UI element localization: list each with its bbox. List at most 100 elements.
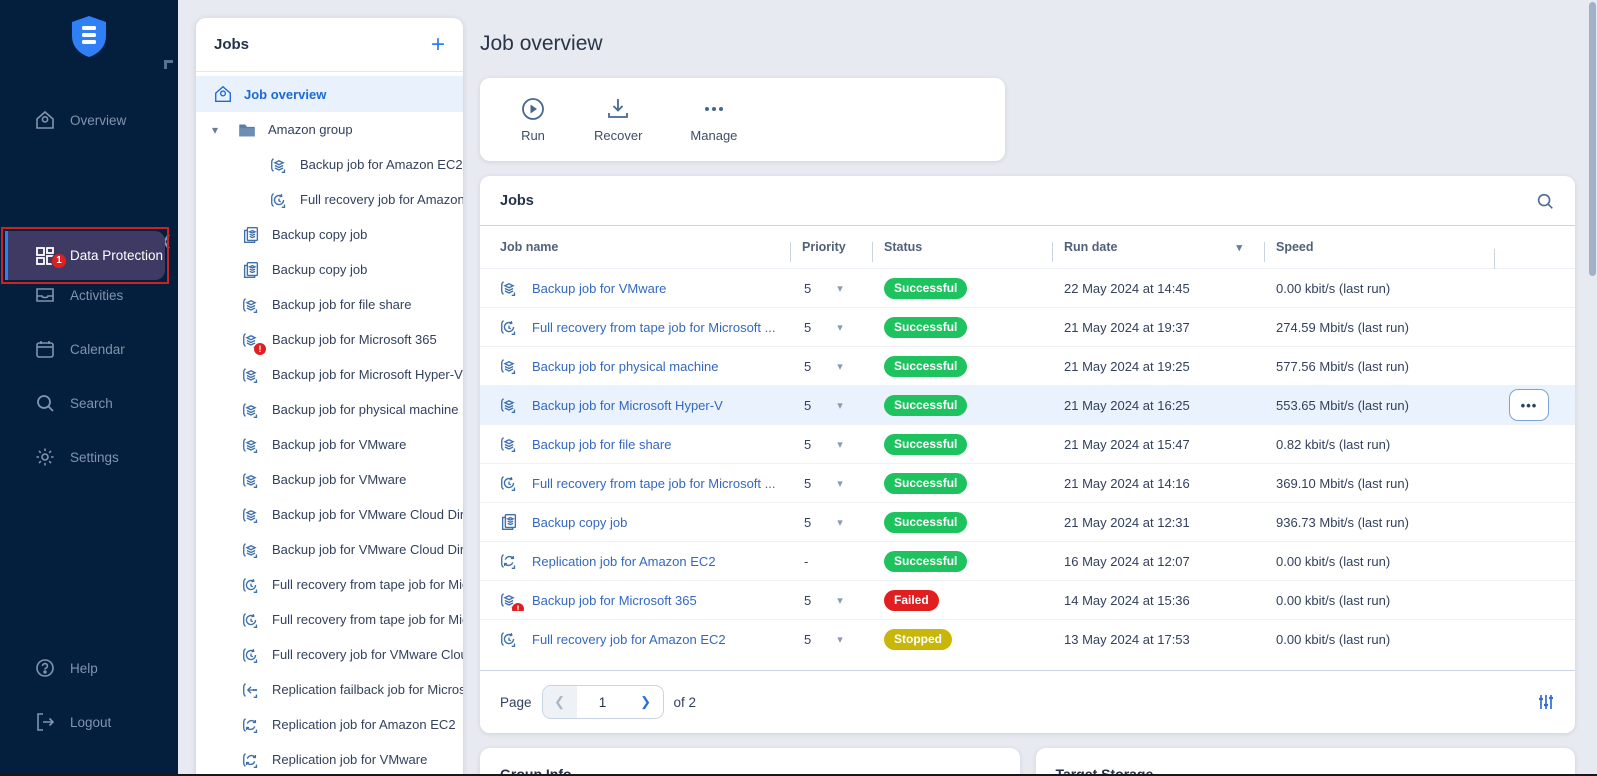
table-row[interactable]: Backup copy job 5 ▾ Successful 21 May 20… (480, 502, 1575, 541)
table-row[interactable]: Full recovery job for Amazon EC2 5 ▾ Sto… (480, 619, 1575, 658)
job-name-cell[interactable]: Full recovery job for Amazon EC2 (498, 628, 790, 650)
priority-dropdown-chevron-icon[interactable]: ▾ (837, 321, 843, 334)
run-button[interactable]: Run (520, 96, 546, 143)
jobs-tree-item[interactable]: Backup job for VMware (196, 427, 463, 462)
jobs-tree-item[interactable]: Backup job for Microsoft Hyper-V (196, 357, 463, 392)
priority-cell: - (790, 554, 872, 569)
recover-button[interactable]: Recover (594, 96, 642, 143)
job-name-link[interactable]: Full recovery from tape job for Microsof… (532, 476, 775, 491)
sidebar-item-search[interactable]: Search (0, 381, 178, 425)
jobs-tree-item[interactable]: Backup job for physical machine (196, 392, 463, 427)
priority-cell: 5 ▾ (790, 593, 872, 608)
jobs-table-title: Jobs (500, 193, 534, 209)
copy-icon (241, 225, 261, 245)
home-icon (34, 109, 56, 131)
jobs-tree-item[interactable]: ! Backup job for Microsoft 365 (196, 322, 463, 357)
job-name-link[interactable]: Full recovery from tape job for Microsof… (532, 320, 775, 335)
table-row[interactable]: Full recovery from tape job for Microsof… (480, 307, 1575, 346)
sidebar-item-help[interactable]: Help (0, 646, 178, 690)
priority-dropdown-chevron-icon[interactable]: ▾ (837, 633, 843, 646)
table-row[interactable]: Backup job for VMware 5 ▾ Successful 22 … (480, 268, 1575, 307)
job-name-cell[interactable]: Backup job for file share (498, 433, 790, 455)
jobs-tree-item[interactable]: Backup copy job (196, 252, 463, 287)
row-more-actions-button[interactable]: ••• (1509, 389, 1549, 421)
jobs-tree-item[interactable]: Replication job for VMware (196, 742, 463, 776)
column-header-priority[interactable]: Priority (790, 240, 872, 254)
sidebar-collapse-handle[interactable] (164, 60, 173, 69)
priority-dropdown-chevron-icon[interactable]: ▾ (837, 399, 843, 412)
jobs-tree-item[interactable]: Backup copy job (196, 217, 463, 252)
manage-icon (701, 96, 727, 122)
job-name-cell[interactable]: Backup job for VMware (498, 277, 790, 299)
table-row[interactable]: ! Backup job for Microsoft 365 5 ▾ Faile… (480, 580, 1575, 619)
previous-page-button[interactable]: ❮ (543, 686, 577, 718)
jobs-tree-item[interactable]: Backup job for file share (196, 287, 463, 322)
job-name-cell[interactable]: Backup copy job (498, 511, 790, 533)
job-name-link[interactable]: Backup job for file share (532, 437, 671, 452)
jobs-tree-item[interactable]: Full recovery job for VMware Cloud (196, 637, 463, 672)
job-name-link[interactable]: Backup job for Microsoft Hyper-V (532, 398, 723, 413)
job-name-cell[interactable]: Replication job for Amazon EC2 (498, 550, 790, 572)
sidebar-item-logout[interactable]: Logout (0, 700, 178, 744)
column-header-run-date[interactable]: Run date ▾ (1052, 240, 1264, 254)
add-job-button[interactable]: + (431, 35, 445, 55)
priority-dropdown-chevron-icon[interactable]: ▾ (837, 477, 843, 490)
folder-icon (237, 120, 257, 140)
chevron-down-icon[interactable]: ▾ (212, 123, 226, 137)
run-date-cell: 21 May 2024 at 14:16 (1052, 476, 1264, 491)
priority-dropdown-chevron-icon[interactable]: ▾ (837, 516, 843, 529)
jobs-tree-item[interactable]: Replication failback job for Microsof (196, 672, 463, 707)
table-row[interactable]: Backup job for physical machine 5 ▾ Succ… (480, 346, 1575, 385)
job-name-link[interactable]: Full recovery job for Amazon EC2 (532, 632, 726, 647)
column-header-job-name[interactable]: Job name (498, 240, 790, 254)
job-name-link[interactable]: Backup job for VMware (532, 281, 666, 296)
priority-dropdown-chevron-icon[interactable]: ▾ (837, 438, 843, 451)
column-header-speed[interactable]: Speed (1264, 240, 1494, 254)
run-date-cell: 14 May 2024 at 15:36 (1052, 593, 1264, 608)
sidebar-item-calendar[interactable]: Calendar (0, 327, 178, 371)
sidebar-item-label: Help (70, 661, 98, 676)
priority-dropdown-chevron-icon[interactable]: ▾ (837, 282, 843, 295)
tree-item-label: Full recovery job for VMware Cloud (272, 647, 463, 662)
search-icon[interactable] (1535, 191, 1555, 211)
jobs-tree-item[interactable]: Full recovery job for Amazon E (196, 182, 463, 217)
jobs-tree-item[interactable]: Backup job for Amazon EC2 (196, 147, 463, 182)
sliders-icon[interactable] (1537, 693, 1555, 711)
jobs-tree-item[interactable]: Job overview (196, 76, 463, 112)
shield-logo-icon (69, 14, 109, 58)
sort-chevron-down-icon[interactable]: ▾ (1236, 241, 1242, 254)
job-name-cell[interactable]: Backup job for physical machine (498, 355, 790, 377)
manage-button[interactable]: Manage (690, 96, 737, 143)
table-row[interactable]: Full recovery from tape job for Microsof… (480, 463, 1575, 502)
table-row[interactable]: Backup job for Microsoft Hyper-V 5 ▾ Suc… (480, 385, 1575, 424)
job-name-link[interactable]: Backup copy job (532, 515, 627, 530)
jobs-tree-item[interactable]: Backup job for VMware Cloud Direc (196, 497, 463, 532)
job-name-link[interactable]: Backup job for physical machine (532, 359, 718, 374)
job-name-cell[interactable]: ! Backup job for Microsoft 365 (498, 589, 790, 611)
table-row[interactable]: Backup job for file share 5 ▾ Successful… (480, 424, 1575, 463)
sidebar-item-overview[interactable]: Overview (0, 98, 178, 142)
column-header-status[interactable]: Status (872, 240, 1052, 254)
jobs-tree-item[interactable]: Backup job for VMware Cloud Direc (196, 532, 463, 567)
priority-dropdown-chevron-icon[interactable]: ▾ (837, 594, 843, 607)
job-name-cell[interactable]: Full recovery from tape job for Microsof… (498, 316, 790, 338)
home-icon (213, 84, 233, 104)
jobs-tree-item[interactable]: Full recovery from tape job for Micr (196, 567, 463, 602)
jobs-tree-item[interactable]: Backup job for VMware (196, 462, 463, 497)
vertical-scrollbar[interactable] (1589, 2, 1596, 276)
job-name-link[interactable]: Backup job for Microsoft 365 (532, 593, 697, 608)
jobs-tree-item[interactable]: Full recovery from tape job for Micr (196, 602, 463, 637)
sidebar-item-settings[interactable]: Settings (0, 435, 178, 479)
sidebar-item-data-protection[interactable]: Data Protection 1 (1, 227, 169, 284)
jobs-tree-item[interactable]: ▾ Amazon group (196, 112, 463, 147)
page-count-label: of 2 (674, 695, 697, 710)
current-page-value[interactable]: 1 (577, 686, 629, 718)
table-row[interactable]: Replication job for Amazon EC2 - Success… (480, 541, 1575, 580)
priority-dropdown-chevron-icon[interactable]: ▾ (837, 360, 843, 373)
job-name-cell[interactable]: Backup job for Microsoft Hyper-V (498, 394, 790, 416)
job-name-link[interactable]: Replication job for Amazon EC2 (532, 554, 716, 569)
next-page-button[interactable]: ❯ (629, 686, 663, 718)
jobs-tree-item[interactable]: Replication job for Amazon EC2 (196, 707, 463, 742)
job-name-cell[interactable]: Full recovery from tape job for Microsof… (498, 472, 790, 494)
status-cell: Successful (872, 356, 1052, 377)
